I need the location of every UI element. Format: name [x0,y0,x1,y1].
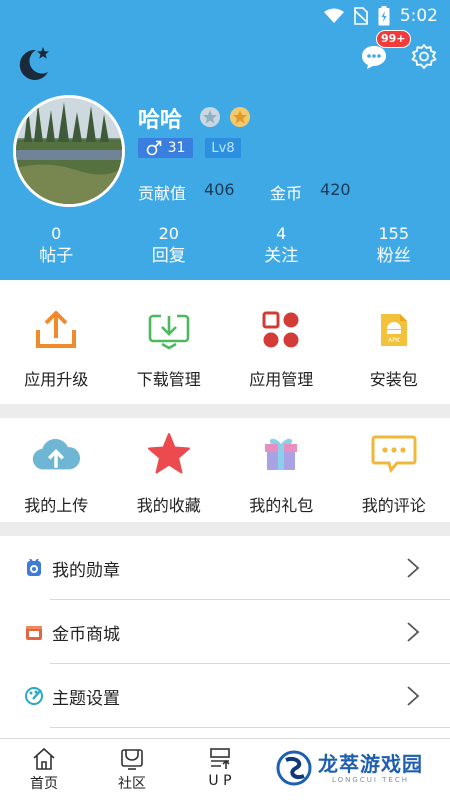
home-icon [33,747,55,770]
stat-label: 关注 [264,246,299,266]
contribution-row: 贡献值 406 [138,180,235,204]
up-icon [210,748,230,769]
silver-medal-icon[interactable] [199,106,221,128]
svg-text:APK: APK [388,337,401,344]
stat-label: 回复 [151,246,186,266]
gold-medal-icon[interactable] [229,106,251,128]
notification-badge: 99+ [376,30,411,48]
app-manager-button[interactable]: 应用管理 [225,280,338,404]
tab-home[interactable]: 首页 [0,739,88,800]
contribution-label: 贡献值 [138,184,187,203]
download-manager-button[interactable]: 下载管理 [113,280,226,404]
battery-icon [378,6,390,26]
settings-gear-icon[interactable] [411,44,437,70]
stat-fans[interactable]: 155 粉丝 [338,224,450,268]
stat-value: 20 [158,224,179,243]
cloud-upload-icon [33,438,81,470]
stat-value: 4 [276,224,287,243]
contribution-value: 406 [204,180,235,199]
chevron-right-icon [407,622,420,642]
chevron-right-icon [407,686,420,706]
my-content-grid: 我的上传 我的收藏 我的礼包 我的评论 [0,418,450,522]
status-bar: 5:02 [323,0,450,32]
list-item-medals[interactable]: 我的勋章 [0,536,450,600]
gift-icon [265,438,298,470]
list-item-theme-settings[interactable]: 主题设置 [0,664,450,728]
no-sim-icon [353,7,368,25]
my-favorites-button[interactable]: 我的收藏 [113,418,226,522]
grid-label: 应用升级 [24,370,89,389]
list-label: 我的勋章 [52,560,120,581]
stat-value: 155 [378,224,410,243]
profile-header: 5:02 99+ 哈哈 31 Lv8 贡献值 406 金币 420 0 帖子 2… [0,0,450,280]
tab-label: 社区 [118,776,146,792]
settings-list: 我的勋章 金币商城 主题设置 [0,536,450,738]
list-item-coin-shop[interactable]: 金币商城 [0,600,450,664]
upload-tray-icon [36,311,77,348]
watermark-logo: 龙萃游戏园 LONGCUI TECH [276,750,423,786]
status-time: 5:02 [399,6,438,26]
tab-label: 首页 [30,776,58,792]
level-badge: Lv8 [205,138,241,158]
gender-age-badge: 31 [138,138,193,158]
watermark-name: 龙萃游戏园 [318,752,423,776]
brand-logo-icon [276,750,312,786]
tab-community[interactable]: 社区 [88,739,176,800]
stat-value: 0 [51,224,62,243]
age-value: 31 [167,140,186,156]
username: 哈哈 [138,108,183,133]
grid-label: 安装包 [369,370,418,389]
palette-icon [25,687,43,705]
night-mode-icon[interactable] [14,44,52,82]
watermark-sub: LONGCUI TECH [332,776,409,784]
star-icon [147,433,190,474]
tab-up[interactable]: U P [176,739,264,800]
stat-label: 帖子 [39,246,74,266]
grid-label: 我的上传 [24,496,89,515]
apk-file-icon: APK [380,314,407,346]
list-label: 金币商城 [52,624,120,645]
my-gifts-button[interactable]: 我的礼包 [225,418,338,522]
coins-label: 金币 [270,184,303,203]
apps-grid-icon [262,311,299,348]
stat-following[interactable]: 4 关注 [225,224,338,268]
coins-row: 金币 420 [270,180,351,204]
grid-label: 下载管理 [136,370,201,389]
list-label: 主题设置 [52,688,120,709]
divider [50,727,450,728]
app-tools-grid: 应用升级 下载管理 应用管理 APK 安装包 [0,280,450,404]
profile-page: 5:02 99+ 哈哈 31 Lv8 贡献值 406 金币 420 0 帖子 2… [0,0,450,800]
medal-icon [27,559,41,576]
coins-value: 420 [320,180,351,199]
stat-posts[interactable]: 0 帖子 [0,224,113,268]
male-icon [146,140,161,156]
stat-label: 粉丝 [376,246,411,266]
grid-label: 我的收藏 [136,496,201,515]
wifi-icon [323,8,344,23]
avatar[interactable] [13,95,125,207]
watermark-text: 龙萃游戏园 LONGCUI TECH [318,752,423,784]
grid-label: 我的评论 [361,496,426,515]
my-comments-button[interactable]: 我的评论 [338,418,450,522]
shop-icon [26,626,42,640]
grid-label: 应用管理 [249,370,314,389]
stat-replies[interactable]: 20 回复 [113,224,226,268]
community-icon [121,749,143,770]
tab-label: U P [208,773,232,789]
download-tray-icon [148,314,190,350]
apk-packages-button[interactable]: APK 安装包 [338,280,450,404]
stats-bar: 0 帖子 20 回复 4 关注 155 粉丝 [0,224,450,268]
chevron-right-icon [407,558,420,578]
app-upgrade-button[interactable]: 应用升级 [0,280,113,404]
my-uploads-button[interactable]: 我的上传 [0,418,113,522]
comment-icon [371,435,417,474]
grid-label: 我的礼包 [249,496,314,515]
